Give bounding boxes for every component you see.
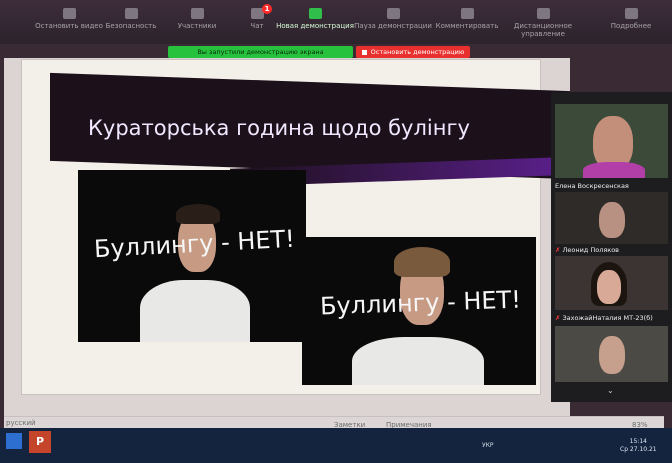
stop-icon bbox=[361, 49, 367, 55]
annotate-icon bbox=[460, 8, 474, 19]
language-status: русский bbox=[6, 419, 36, 427]
participant-tile[interactable] bbox=[555, 256, 668, 310]
muted-mic-icon: ✗ bbox=[555, 314, 561, 322]
remote-control-icon bbox=[536, 8, 550, 19]
participant-name: ✗ ЗахожайНаталия МТ-23(б) bbox=[555, 314, 653, 322]
taskbar-clock[interactable]: 15:14 Ср 27.10.21 bbox=[620, 438, 657, 454]
chevron-down-icon[interactable]: ⌄ bbox=[607, 386, 614, 395]
more-button[interactable]: Подробнее bbox=[596, 8, 666, 30]
slide-caption-2: Буллингу - НЕТ! bbox=[319, 285, 522, 321]
slide-photo-boy: Буллингу - НЕТ! bbox=[78, 170, 306, 342]
more-icon bbox=[624, 8, 638, 19]
participant-name: Елена Воскресенская bbox=[555, 182, 629, 190]
share-screen-icon bbox=[308, 8, 322, 19]
video-icon bbox=[62, 8, 76, 19]
chat-unread-badge: 1 bbox=[262, 4, 272, 14]
remote-control-button[interactable]: Дистанционное управление bbox=[494, 8, 592, 38]
participant-tile[interactable] bbox=[555, 326, 668, 382]
shield-icon bbox=[124, 8, 138, 19]
zoom-screen-photo: { "toolbar": { "items": [ {"label": "Ост… bbox=[0, 0, 672, 463]
slide-title: Кураторська година щодо булінгу bbox=[88, 116, 470, 140]
video-participants-panel: Елена Воскресенская ✗ Леонид Поляков ✗ Зах… bbox=[551, 92, 672, 402]
stop-share-button[interactable]: Остановить демонстрацию bbox=[356, 46, 470, 58]
pause-icon bbox=[386, 8, 400, 19]
clock-time: 15:14 bbox=[629, 438, 647, 445]
powerpoint-taskbar-icon[interactable]: P bbox=[29, 431, 51, 453]
windows-start-icon[interactable] bbox=[6, 433, 22, 449]
participant-name: ✗ Леонид Поляков bbox=[555, 246, 620, 254]
slide-photo-girl: Буллингу - НЕТ! bbox=[302, 237, 536, 385]
participant-tile[interactable] bbox=[555, 192, 668, 244]
pause-share-button[interactable]: Пауза демонстрации bbox=[354, 8, 432, 30]
sharing-banner: Вы запустили демонстрацию экрана bbox=[168, 46, 353, 58]
new-share-button[interactable]: Новая демонстрация bbox=[276, 8, 354, 30]
slide-caption-1: Буллингу - НЕТ! bbox=[93, 224, 296, 264]
clock-date: Ср 27.10.21 bbox=[620, 446, 657, 453]
muted-mic-icon: ✗ bbox=[555, 246, 561, 254]
system-tray-language[interactable]: УКР bbox=[482, 442, 494, 449]
windows-taskbar bbox=[0, 428, 672, 463]
participant-tile[interactable] bbox=[555, 104, 668, 178]
participants-icon bbox=[190, 8, 204, 19]
zoom-toolbar: Остановить видео Безопасность Участники … bbox=[0, 0, 672, 44]
